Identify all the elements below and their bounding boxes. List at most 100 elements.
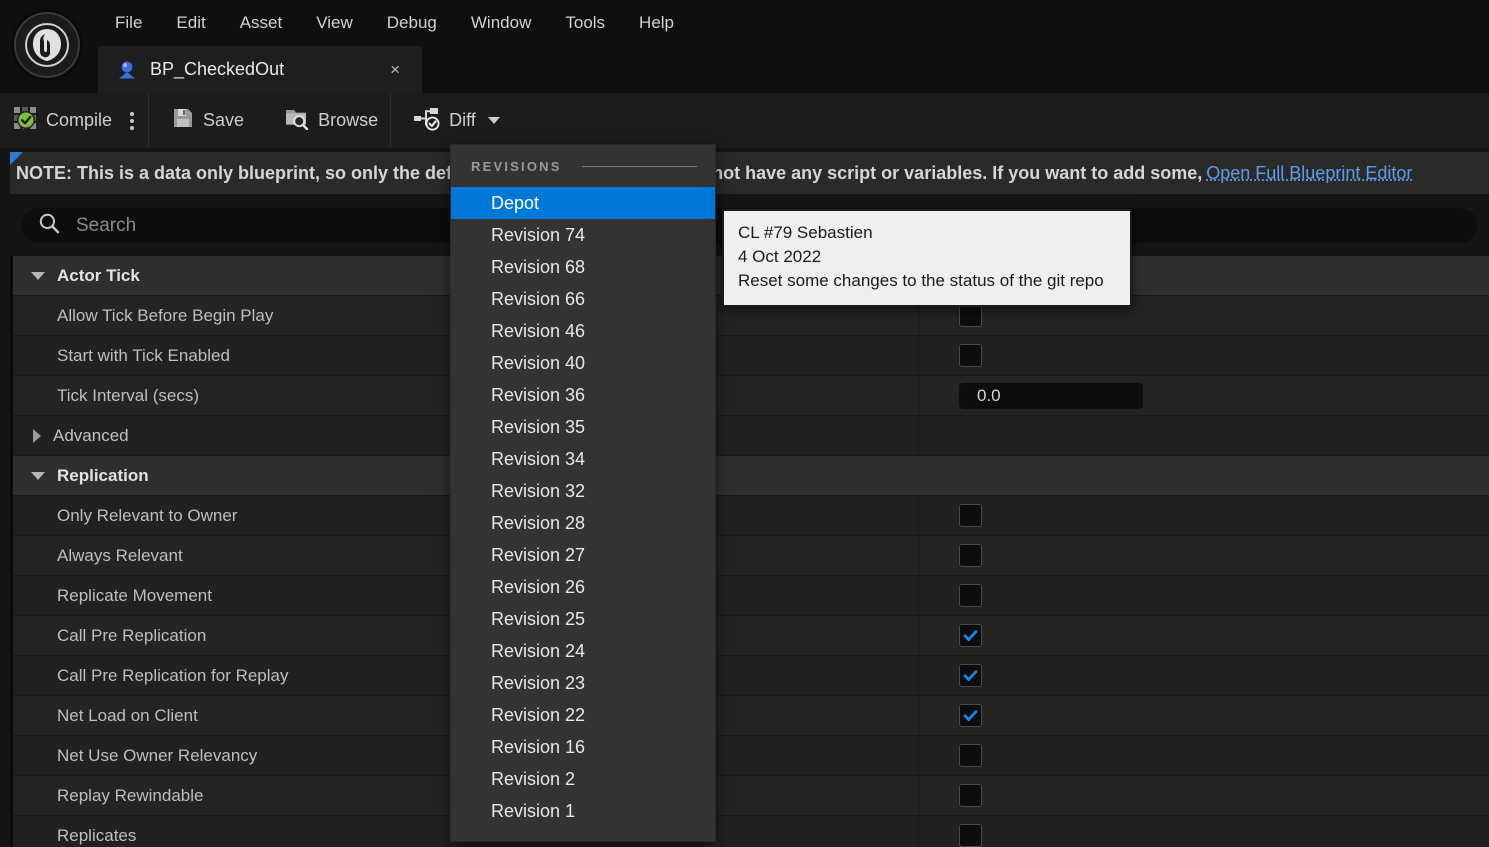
tooltip-description: Reset some changes to the status of the … bbox=[738, 271, 1104, 291]
column-divider bbox=[918, 336, 919, 375]
revision-item-revision-23[interactable]: Revision 23 bbox=[451, 667, 715, 699]
subcategory-row-advanced[interactable]: Advanced bbox=[13, 416, 1489, 456]
property-value-cell bbox=[959, 336, 982, 375]
checkbox-replay-rewindable[interactable] bbox=[959, 784, 982, 807]
property-row: Net Load on Client bbox=[13, 696, 1489, 736]
column-divider bbox=[918, 816, 919, 847]
browse-button[interactable]: Browse bbox=[272, 93, 390, 148]
property-value-cell bbox=[959, 816, 982, 847]
category-row-replication[interactable]: Replication bbox=[13, 456, 1489, 496]
toolbar-group-compile: Compile bbox=[0, 93, 148, 148]
column-divider bbox=[918, 616, 919, 655]
diff-button[interactable]: Diff bbox=[401, 93, 512, 148]
menu-item-debug[interactable]: Debug bbox=[370, 9, 454, 37]
checkbox-allow-tick-before-begin-play[interactable] bbox=[959, 304, 982, 327]
revisions-header-label: REVISIONS bbox=[471, 158, 562, 174]
revision-item-revision-66[interactable]: Revision 66 bbox=[451, 283, 715, 315]
category-label: Actor Tick bbox=[57, 265, 140, 285]
revision-item-revision-16[interactable]: Revision 16 bbox=[451, 731, 715, 763]
column-divider bbox=[918, 536, 919, 575]
close-icon[interactable]: × bbox=[382, 61, 408, 78]
checkbox-replicate-movement[interactable] bbox=[959, 584, 982, 607]
property-label: Replicate Movement bbox=[57, 585, 212, 605]
header-rule bbox=[581, 165, 697, 167]
chevron-right-icon[interactable] bbox=[33, 428, 41, 443]
menu-item-tools[interactable]: Tools bbox=[548, 9, 622, 37]
number-input-tick-interval-secs-[interactable]: 0.0 bbox=[959, 382, 1143, 409]
details-property-grid: Actor Tick Allow Tick Before Begin Play St… bbox=[10, 256, 1489, 847]
property-label: Net Load on Client bbox=[57, 705, 198, 725]
revisions-list: Depot Revision 74 Revision 68 Revision 66 Re… bbox=[451, 187, 715, 827]
toolbar-group-diff: Diff bbox=[391, 93, 512, 148]
compile-button[interactable]: Compile bbox=[0, 93, 124, 148]
revision-item-revision-32[interactable]: Revision 32 bbox=[451, 475, 715, 507]
checkbox-always-relevant[interactable] bbox=[959, 544, 982, 567]
compile-label: Compile bbox=[46, 110, 113, 130]
checkbox-replicates[interactable] bbox=[959, 824, 982, 847]
subcategory-label: Advanced bbox=[53, 425, 129, 445]
kebab-dot-3 bbox=[130, 125, 135, 130]
property-row: Replicate Movement bbox=[13, 576, 1489, 616]
chevron-down-icon[interactable] bbox=[31, 271, 45, 280]
property-value-cell bbox=[959, 696, 982, 735]
column-divider bbox=[918, 656, 919, 695]
revision-item-depot[interactable]: Depot bbox=[451, 187, 715, 219]
save-button[interactable]: Save bbox=[159, 93, 256, 148]
property-label: Tick Interval (secs) bbox=[57, 385, 200, 405]
chevron-down-icon[interactable] bbox=[31, 471, 45, 480]
menu-item-window[interactable]: Window bbox=[454, 9, 548, 37]
revision-item-revision-35[interactable]: Revision 35 bbox=[451, 411, 715, 443]
diff-label: Diff bbox=[449, 110, 476, 130]
property-label: Net Use Owner Relevancy bbox=[57, 745, 258, 765]
tab-strip: BP_CheckedOut × bbox=[0, 46, 1489, 93]
search-icon bbox=[38, 212, 60, 239]
revision-item-revision-68[interactable]: Revision 68 bbox=[451, 251, 715, 283]
property-label: Only Relevant to Owner bbox=[57, 505, 238, 525]
revision-item-revision-28[interactable]: Revision 28 bbox=[451, 507, 715, 539]
column-divider bbox=[918, 416, 919, 455]
revision-item-revision-46[interactable]: Revision 46 bbox=[451, 315, 715, 347]
revision-tooltip: CL #79 Sebastien 4 Oct 2022 Reset some c… bbox=[722, 209, 1132, 308]
property-value-cell bbox=[959, 776, 982, 815]
menu-item-edit[interactable]: Edit bbox=[159, 9, 222, 37]
property-label: Always Relevant bbox=[57, 545, 183, 565]
property-value-cell bbox=[959, 496, 982, 535]
revisions-dropdown-menu: REVISIONS Depot Revision 74 Revision 68 Rev… bbox=[450, 144, 716, 842]
revision-item-revision-22[interactable]: Revision 22 bbox=[451, 699, 715, 731]
column-divider bbox=[918, 376, 919, 415]
revision-item-revision-25[interactable]: Revision 25 bbox=[451, 603, 715, 635]
unreal-engine-logo-icon[interactable] bbox=[14, 12, 80, 78]
revision-item-revision-40[interactable]: Revision 40 bbox=[451, 347, 715, 379]
checkbox-call-pre-replication-for-replay[interactable] bbox=[959, 664, 982, 687]
menu-bar-items: File Edit Asset View Debug Window Tools Help bbox=[98, 0, 691, 46]
revision-item-revision-2[interactable]: Revision 2 bbox=[451, 763, 715, 795]
revision-item-revision-26[interactable]: Revision 26 bbox=[451, 571, 715, 603]
tab-label: BP_CheckedOut bbox=[150, 59, 285, 79]
checkbox-net-load-on-client[interactable] bbox=[959, 704, 982, 727]
compile-options-button[interactable] bbox=[124, 93, 148, 148]
menu-item-file[interactable]: File bbox=[98, 9, 159, 37]
open-full-blueprint-editor-link[interactable]: Open Full Blueprint Editor bbox=[1206, 163, 1412, 184]
property-label: Call Pre Replication for Replay bbox=[57, 665, 289, 685]
tab-bp-checkedout[interactable]: BP_CheckedOut × bbox=[98, 46, 422, 93]
revision-item-revision-34[interactable]: Revision 34 bbox=[451, 443, 715, 475]
revision-item-revision-1[interactable]: Revision 1 bbox=[451, 795, 715, 827]
checkbox-start-with-tick-enabled[interactable] bbox=[959, 344, 982, 367]
revision-item-revision-36[interactable]: Revision 36 bbox=[451, 379, 715, 411]
checkbox-call-pre-replication[interactable] bbox=[959, 624, 982, 647]
checkbox-net-use-owner-relevancy[interactable] bbox=[959, 744, 982, 767]
menu-item-view[interactable]: View bbox=[299, 9, 370, 37]
property-row: Replay Rewindable bbox=[13, 776, 1489, 816]
blueprint-actor-icon bbox=[116, 59, 138, 81]
property-value-cell bbox=[959, 536, 982, 575]
data-only-blueprint-note: NOTE: This is a data only blueprint, so … bbox=[10, 152, 1489, 194]
chevron-down-icon bbox=[487, 117, 500, 124]
revision-item-revision-24[interactable]: Revision 24 bbox=[451, 635, 715, 667]
menu-item-asset[interactable]: Asset bbox=[223, 9, 300, 37]
menu-item-help[interactable]: Help bbox=[622, 9, 691, 37]
column-divider bbox=[918, 776, 919, 815]
revision-item-revision-27[interactable]: Revision 27 bbox=[451, 539, 715, 571]
revision-item-revision-74[interactable]: Revision 74 bbox=[451, 219, 715, 251]
checkbox-only-relevant-to-owner[interactable] bbox=[959, 504, 982, 527]
toolbar: Compile Save Browse Diff bbox=[0, 93, 1489, 148]
